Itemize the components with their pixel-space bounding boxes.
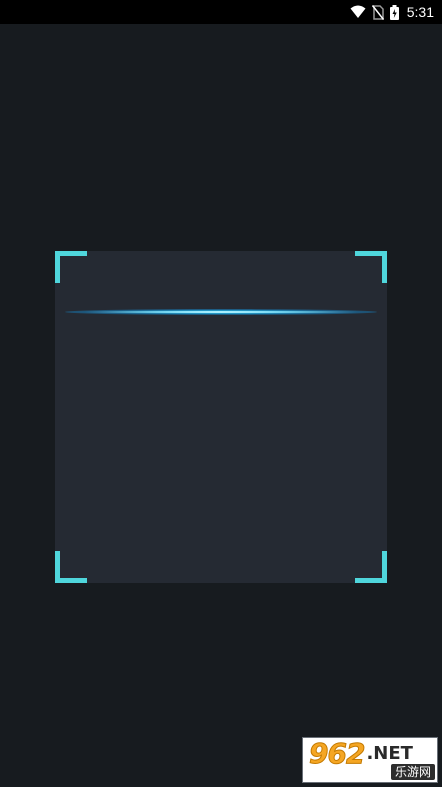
no-sim-icon [371, 4, 384, 20]
watermark-number: 962 [308, 737, 365, 770]
wifi-icon [350, 5, 366, 19]
scan-line [65, 309, 377, 315]
screen: 5:31 962 .NET 乐游网 [0, 0, 442, 787]
scan-corner-bottom-right [355, 551, 387, 583]
scan-corner-top-right [355, 251, 387, 283]
status-bar: 5:31 [0, 0, 442, 24]
battery-charging-icon [389, 4, 399, 20]
watermark-logo: 962 .NET 乐游网 [302, 737, 438, 783]
scan-corner-bottom-left [55, 551, 87, 583]
watermark-site-name: 乐游网 [390, 764, 435, 780]
status-icons: 5:31 [350, 3, 434, 21]
scan-corner-top-left [55, 251, 87, 283]
status-time: 5:31 [406, 4, 434, 20]
scan-frame [55, 251, 387, 583]
watermark-domain: .NET [366, 742, 413, 764]
